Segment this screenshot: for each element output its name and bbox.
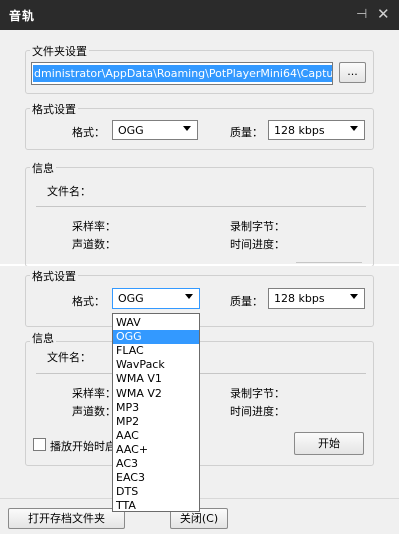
format-option[interactable]: FLAC	[113, 344, 199, 358]
format-select-value: OGG	[118, 124, 144, 137]
recorded-bytes-label: 录制字节：	[230, 220, 285, 233]
quality-select-value: 128 kbps	[274, 292, 325, 305]
format-option[interactable]: WMA V2	[113, 387, 199, 401]
format-option[interactable]: MP2	[113, 415, 199, 429]
autostart-checkbox[interactable]	[33, 438, 46, 451]
start-button[interactable]: 开始	[294, 432, 364, 455]
format-option[interactable]: WAV	[113, 316, 199, 330]
quality-select-value: 128 kbps	[274, 124, 325, 137]
quality-select[interactable]: 128 kbps	[268, 288, 365, 309]
format-select[interactable]: OGG	[112, 288, 200, 309]
folder-settings-label: 文件夹设置	[30, 43, 89, 59]
format-select[interactable]: OGG	[112, 120, 198, 140]
top-panel: 音轨 ⊣ ✕ 文件夹设置 dministrator\AppData\Roamin…	[0, 0, 399, 267]
format-option[interactable]: AC3	[113, 457, 199, 471]
chevron-down-icon	[350, 126, 358, 131]
sample-rate-label: 采样率：	[72, 387, 116, 400]
autostart-label: 播放开始时启	[50, 440, 116, 453]
format-select-value: OGG	[118, 292, 144, 305]
time-progress-label: 时间进度：	[230, 238, 285, 251]
chevron-down-icon	[183, 126, 191, 131]
quality-label: 质量：	[230, 126, 263, 139]
format-settings-label: 格式设置	[30, 101, 78, 117]
info-label: 信息	[30, 160, 56, 176]
time-progress-label: 时间进度：	[230, 405, 285, 418]
quality-label: 质量：	[230, 295, 263, 308]
channels-label: 声道数：	[72, 405, 116, 418]
format-option[interactable]: AAC+	[113, 443, 199, 457]
info-divider	[36, 373, 366, 374]
format-label: 格式：	[72, 295, 105, 308]
title-bar: 音轨 ⊣ ✕	[0, 0, 399, 30]
close-button-label: 关闭(C)	[179, 512, 219, 525]
chevron-down-icon	[185, 294, 193, 299]
channels-label: 声道数：	[72, 238, 116, 251]
filename-label: 文件名：	[47, 351, 91, 364]
window-title: 音轨	[9, 9, 36, 23]
browse-button[interactable]: ...	[339, 62, 366, 83]
format-option[interactable]: WavPack	[113, 358, 199, 372]
close-icon[interactable]: ✕	[377, 5, 390, 23]
recorded-bytes-label: 录制字节：	[230, 387, 285, 400]
format-option[interactable]: EAC3	[113, 471, 199, 485]
info-divider	[36, 206, 366, 207]
format-option[interactable]: DTS	[113, 485, 199, 499]
start-button-label: 开始	[318, 437, 340, 450]
save-path-text: dministrator\AppData\Roaming\PotPlayerMi…	[33, 65, 332, 82]
format-settings-label: 格式设置	[30, 268, 78, 284]
save-path-input[interactable]: dministrator\AppData\Roaming\PotPlayerMi…	[31, 62, 333, 85]
filename-label: 文件名：	[47, 185, 91, 198]
format-option[interactable]: WMA V1	[113, 372, 199, 386]
format-dropdown-list[interactable]: WAV OGG FLAC WavPack WMA V1 WMA V2 MP3 MP2 AAC AA…	[112, 313, 200, 512]
open-archive-folder-button[interactable]: 打开存档文件夹	[8, 508, 125, 529]
progress-divider	[296, 262, 362, 263]
sample-rate-label: 采样率：	[72, 220, 116, 233]
pin-icon[interactable]: ⊣	[356, 7, 367, 22]
info-group	[25, 167, 374, 267]
format-option[interactable]: TTA	[113, 499, 199, 513]
format-option[interactable]: AAC	[113, 429, 199, 443]
chevron-down-icon	[350, 294, 358, 299]
info-label: 信息	[30, 330, 56, 346]
open-archive-folder-label: 打开存档文件夹	[28, 512, 105, 525]
format-option[interactable]: OGG	[113, 330, 199, 345]
format-option[interactable]: MP3	[113, 401, 199, 415]
quality-select[interactable]: 128 kbps	[268, 120, 365, 140]
format-label: 格式：	[72, 126, 105, 139]
browse-button-label: ...	[347, 65, 358, 78]
